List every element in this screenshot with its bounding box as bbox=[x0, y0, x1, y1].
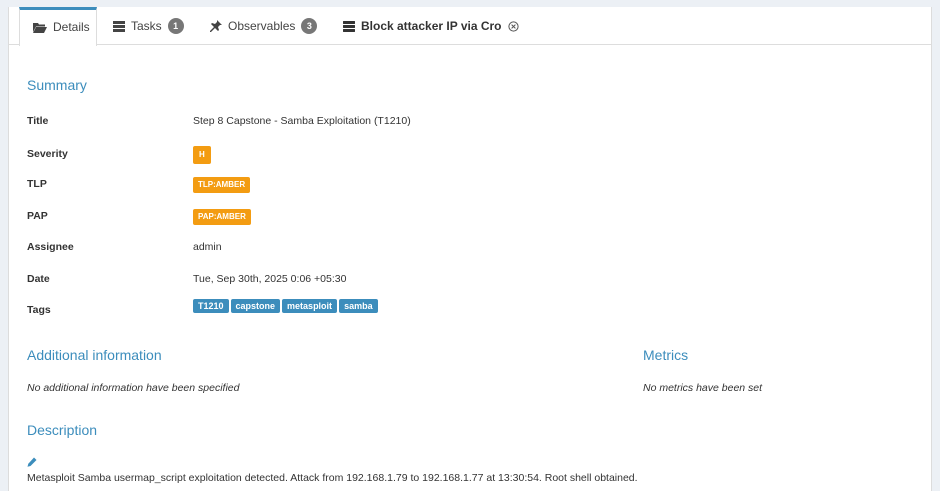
pap-badge: PAP:AMBER bbox=[193, 209, 251, 225]
severity-label: Severity bbox=[27, 148, 68, 160]
tab-details[interactable]: Details bbox=[19, 7, 97, 46]
case-details-panel: Details Tasks 1 Observables 3 Block atta… bbox=[8, 7, 932, 491]
tab-details-label: Details bbox=[53, 20, 90, 34]
tag-badge[interactable]: metasploit bbox=[282, 299, 338, 313]
tlp-value: TLP:AMBER bbox=[193, 177, 251, 193]
description-text: Metasploit Samba usermap_script exploita… bbox=[27, 472, 638, 484]
pap-value: PAP:AMBER bbox=[193, 209, 251, 225]
metrics-empty: No metrics have been set bbox=[643, 382, 763, 394]
server-icon bbox=[343, 20, 355, 32]
tag-badge[interactable]: samba bbox=[339, 299, 378, 313]
tasks-count-badge: 1 bbox=[167, 18, 184, 34]
assignee-value: admin bbox=[193, 241, 222, 253]
date-value: Tue, Sep 30th, 2025 0:06 +05:30 bbox=[193, 273, 347, 285]
folder-open-icon bbox=[33, 22, 47, 33]
pap-label: PAP bbox=[27, 210, 48, 222]
tag-badge[interactable]: T1210 bbox=[193, 299, 229, 313]
tab-tasks[interactable]: Tasks 1 bbox=[113, 7, 184, 45]
assignee-label: Assignee bbox=[27, 241, 74, 253]
additional-info-heading: Additional information bbox=[27, 347, 162, 363]
title-label: Title bbox=[27, 115, 49, 127]
title-value: Step 8 Capstone - Samba Exploitation (T1… bbox=[193, 115, 411, 127]
date-label: Date bbox=[27, 273, 50, 285]
tags-list: T1210 capstone metasploit samba bbox=[193, 299, 380, 313]
tab-observables[interactable]: Observables 3 bbox=[210, 7, 318, 45]
tab-tasks-label: Tasks bbox=[131, 19, 162, 33]
severity-badge: H bbox=[193, 146, 211, 164]
tlp-label: TLP bbox=[27, 178, 47, 190]
tasks-icon bbox=[113, 20, 125, 32]
tab-block-attacker-ip-label: Block attacker IP via Cro bbox=[361, 19, 502, 33]
tags-label: Tags bbox=[27, 304, 51, 316]
tlp-badge: TLP:AMBER bbox=[193, 177, 251, 193]
summary-heading: Summary bbox=[27, 77, 87, 93]
severity-value: H bbox=[193, 146, 211, 164]
tab-observables-label: Observables bbox=[228, 19, 296, 33]
additional-info-empty: No additional information have been spec… bbox=[27, 382, 240, 394]
pin-icon bbox=[210, 20, 222, 32]
observables-count-badge: 3 bbox=[301, 18, 318, 34]
close-icon[interactable] bbox=[507, 20, 519, 32]
description-heading: Description bbox=[27, 422, 98, 438]
tab-block-attacker-ip[interactable]: Block attacker IP via Cro bbox=[343, 7, 519, 45]
metrics-heading: Metrics bbox=[643, 347, 689, 363]
tag-badge[interactable]: capstone bbox=[230, 299, 281, 313]
tab-bar: Details Tasks 1 Observables 3 Block atta… bbox=[9, 7, 931, 46]
edit-pencil-icon[interactable] bbox=[27, 457, 37, 467]
